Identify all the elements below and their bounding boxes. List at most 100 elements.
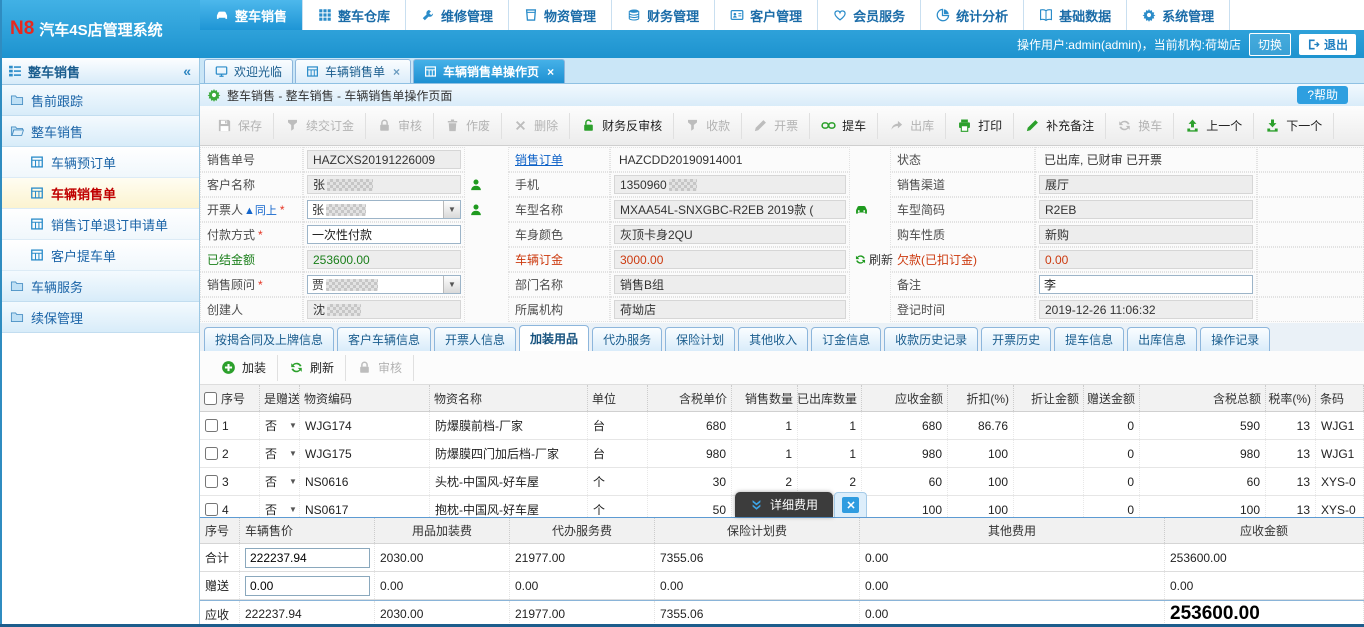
sidebar-item-vehicle-sales-folder[interactable]: 整车销售: [0, 116, 199, 147]
subtab-invoice-history[interactable]: 开票历史: [981, 327, 1051, 351]
gift-select[interactable]: 否▼: [260, 496, 300, 517]
subtab-insurance-plan[interactable]: 保险计划: [665, 327, 735, 351]
sidebar-menu: 售前跟踪整车销售车辆预订单车辆销售单销售订单退订申请单客户提车单车辆服务续保管理: [0, 85, 199, 333]
sidebar-item-sales-order-cancel-request[interactable]: 销售订单退订申请单: [0, 209, 199, 240]
subtab-agency-service[interactable]: 代办服务: [592, 327, 662, 351]
subtab-operation-log[interactable]: 操作记录: [1200, 327, 1270, 351]
department-value: 销售B组: [614, 275, 846, 294]
chevron-down-icon[interactable]: ▼: [443, 276, 460, 293]
cell-name: 头枕-中国风-好车屋: [430, 468, 588, 495]
subtab-collection-history[interactable]: 收款历史记录: [884, 327, 978, 351]
nav-tab-finance-mgmt[interactable]: 财务管理: [612, 0, 715, 30]
pickup-button[interactable]: 提车: [810, 113, 878, 139]
sidebar-item-renewal-mgmt[interactable]: 续保管理: [0, 302, 199, 333]
car-icon[interactable]: [854, 202, 869, 217]
purchase-type-value: 新购: [1039, 225, 1253, 244]
nav-tab-base-data[interactable]: 基础数据: [1024, 0, 1127, 30]
gift-select[interactable]: 否▼: [260, 468, 300, 495]
nav-tab-member-service[interactable]: 会员服务: [818, 0, 921, 30]
nav-tab-material-mgmt[interactable]: 物资管理: [509, 0, 612, 30]
cell-tax: 13: [1266, 440, 1316, 467]
nav-tab-repair-mgmt[interactable]: 维修管理: [406, 0, 509, 30]
person-icon[interactable]: [469, 203, 483, 217]
subtab-other-income[interactable]: 其他收入: [738, 327, 808, 351]
detail-fee-close-tab: [834, 492, 867, 517]
sidebar-item-vehicle-preorder[interactable]: 车辆预订单: [0, 147, 199, 178]
nav-tab-vehicle-warehouse[interactable]: 整车仓库: [303, 0, 406, 30]
refresh-deposit-button[interactable]: 刷新: [850, 247, 890, 272]
table-row[interactable]: 2否▼WJG175防爆膜四门加后档-厂家台98011980100098013WJ…: [200, 440, 1364, 468]
channel-label: 销售渠道: [890, 172, 1035, 197]
cell-total: 60: [1140, 468, 1266, 495]
sidebar-item-presale-tracking[interactable]: 售前跟踪: [0, 85, 199, 116]
nav-tab-stats-analysis[interactable]: 统计分析: [921, 0, 1024, 30]
tab-welcome[interactable]: 欢迎光临: [204, 59, 293, 83]
nav-tab-vehicle-sales[interactable]: 整车销售: [200, 0, 303, 30]
logout-button[interactable]: 退出: [1299, 34, 1356, 55]
coins-icon: [627, 8, 641, 22]
row-checkbox[interactable]: [205, 475, 218, 488]
table-icon: [30, 217, 44, 231]
model-code-value: R2EB: [1039, 200, 1253, 219]
up-icon: [1185, 118, 1200, 133]
table-row[interactable]: 1否▼WJG174防爆膜前档-厂家台6801168086.76059013WJG…: [200, 412, 1364, 440]
switch-org-button[interactable]: 切换: [1249, 33, 1291, 56]
print-button[interactable]: 打印: [946, 113, 1014, 139]
tab-close-icon[interactable]: ×: [393, 65, 400, 79]
summary-col-header: 保险计划费: [655, 518, 860, 543]
subtab-invoicee-info[interactable]: 开票人信息: [434, 327, 516, 351]
vehicle-price-gift-input[interactable]: [245, 576, 370, 596]
col-header-out_qty: 已出库数量: [798, 385, 862, 411]
col-header-gift_amt: 赠送金额: [1084, 385, 1140, 411]
swap-icon: [1117, 118, 1132, 133]
channel-value: 展厅: [1039, 175, 1253, 194]
row-checkbox[interactable]: [205, 447, 218, 460]
nav-tab-customer-mgmt[interactable]: 客户管理: [715, 0, 818, 30]
gift-select[interactable]: 否▼: [260, 440, 300, 467]
cell-receivable: 980: [862, 440, 948, 467]
gift-select[interactable]: 否▼: [260, 412, 300, 439]
app-title: 汽车4S店管理系统: [39, 19, 162, 40]
outbound-button: 出库: [878, 113, 946, 139]
detail-fee-bar[interactable]: 详细费用: [735, 492, 833, 517]
sidebar-item-customer-pickup-order[interactable]: 客户提车单: [0, 240, 199, 271]
close-button[interactable]: [842, 497, 859, 513]
tab-sales-order-page[interactable]: 车辆销售单操作页 ×: [413, 59, 565, 83]
row-checkbox[interactable]: [205, 419, 218, 432]
subtab-accessories[interactable]: 加装用品: [519, 325, 589, 351]
chevron-down-icon[interactable]: ▼: [443, 201, 460, 218]
sales-order-link[interactable]: 销售订单: [515, 151, 563, 168]
next-button[interactable]: 下一个: [1254, 113, 1334, 139]
summary-row-due: 应收 222237.94 2030.00 21977.00 7355.06 0.…: [200, 600, 1364, 627]
row-checkbox[interactable]: [205, 503, 218, 516]
tab-sales-order-list[interactable]: 车辆销售单 ×: [295, 59, 411, 83]
tab-close-icon[interactable]: ×: [547, 65, 554, 79]
prev-button[interactable]: 上一个: [1174, 113, 1254, 139]
accessory-fee-gift: 0.00: [375, 572, 510, 599]
refresh-button[interactable]: 刷新: [278, 355, 346, 381]
select-all-checkbox[interactable]: [204, 392, 217, 405]
remark-input[interactable]: [1039, 275, 1253, 294]
add-remark-button[interactable]: 补充备注: [1014, 113, 1106, 139]
person-icon[interactable]: [469, 178, 483, 192]
subtab-outbound-info[interactable]: 出库信息: [1127, 327, 1197, 351]
book-icon: [1039, 8, 1053, 22]
payment-input[interactable]: [307, 225, 461, 244]
advisor-select[interactable]: 贾▼: [307, 275, 461, 294]
sidebar-collapse-icon[interactable]: «: [183, 63, 191, 79]
accessory-fee-total: 2030.00: [375, 544, 510, 571]
same-as-above-link[interactable]: ▲同上: [244, 202, 277, 218]
sidebar-item-vehicle-sales-order[interactable]: 车辆销售单: [0, 178, 199, 209]
add-accessory-button[interactable]: 加装: [210, 355, 278, 381]
subtab-mortgage-plate-info[interactable]: 按揭合同及上牌信息: [204, 327, 334, 351]
subtab-pickup-info[interactable]: 提车信息: [1054, 327, 1124, 351]
invoicee-select[interactable]: 张▼: [307, 200, 461, 219]
sidebar-item-vehicle-service[interactable]: 车辆服务: [0, 271, 199, 302]
cell-allowance: [1014, 468, 1084, 495]
subtab-customer-vehicle-info[interactable]: 客户车辆信息: [337, 327, 431, 351]
finance-unaudit-button[interactable]: 财务反审核: [570, 113, 674, 139]
nav-tab-system-mgmt[interactable]: 系统管理: [1127, 0, 1230, 30]
subtab-deposit-info[interactable]: 订金信息: [811, 327, 881, 351]
help-button[interactable]: ?帮助: [1297, 86, 1348, 104]
vehicle-price-total-input[interactable]: [245, 548, 370, 568]
